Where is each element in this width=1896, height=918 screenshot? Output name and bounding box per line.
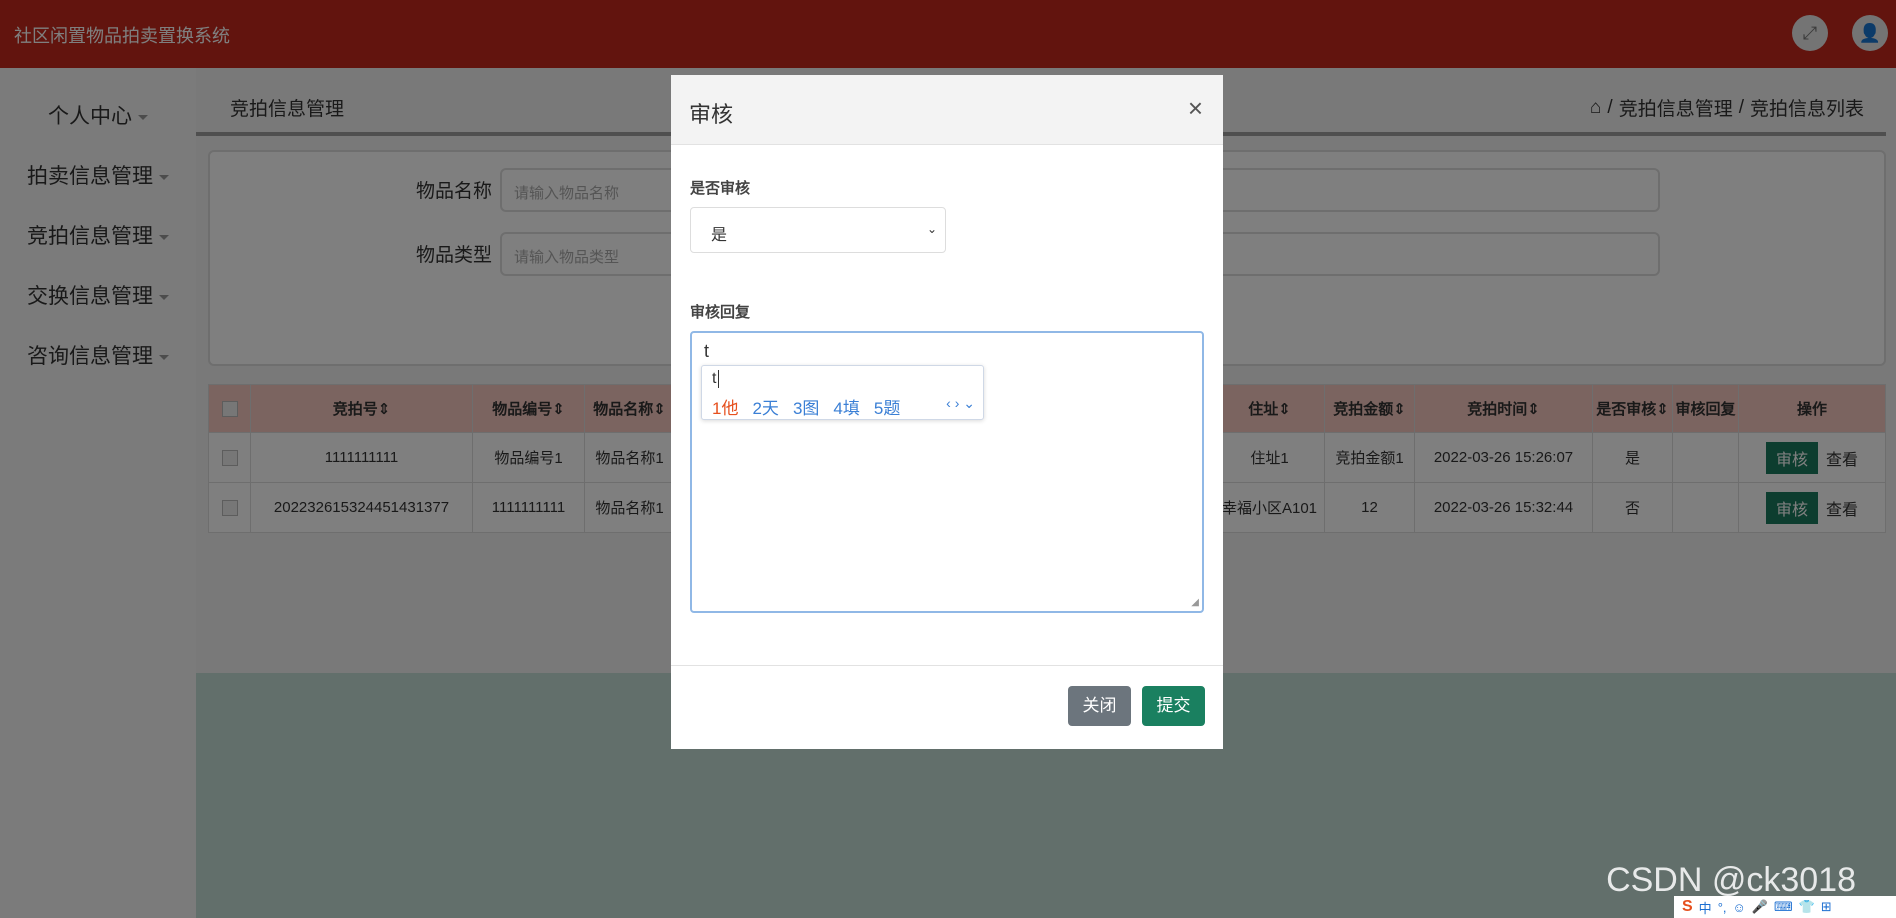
ime-candidate[interactable]: 3图 [793,394,819,419]
punctuation-icon[interactable]: °, [1718,900,1727,915]
ime-candidate[interactable]: 4填 [833,394,859,419]
ime-candidate-popup: t 1他 2天 3图 4填 5题 ‹ › ⌄ [701,365,984,420]
skin-icon[interactable]: 👕 [1799,899,1815,915]
grid-icon[interactable]: ⊞ [1821,899,1832,915]
ime-candidate[interactable]: 1他 [712,394,738,419]
audit-status-select[interactable]: 是 ⌄ [690,207,946,253]
modal-footer: 关闭 提交 [671,665,1223,749]
watermark: CSDN @ck3018 [1606,861,1856,899]
modal-title: 审核 [689,102,734,127]
audit-modal: 审核 × 是否审核 是 ⌄ 审核回复 t ◢ t 1他 2天 3图 4填 5题 … [671,75,1223,749]
ime-candidate[interactable]: 2天 [752,394,778,419]
ime-candidate[interactable]: 5题 [874,394,900,419]
ime-page-nav[interactable]: ‹ › ⌄ [946,395,975,412]
keyboard-icon[interactable]: ⌨ [1774,899,1793,915]
chevron-down-icon: ⌄ [926,222,937,236]
ime-composition: t [712,370,720,388]
emoji-icon[interactable]: ☺ [1733,900,1746,915]
resize-handle-icon[interactable]: ◢ [1191,597,1199,608]
modal-header: 审核 × [671,75,1223,145]
microphone-icon[interactable]: 🎤 [1752,899,1768,915]
audit-status-label: 是否审核 [690,180,751,197]
ime-logo-icon[interactable]: S [1682,898,1693,916]
ime-mode[interactable]: 中 [1699,898,1712,917]
ime-toolbar: S 中 °, ☺ 🎤 ⌨ 👕 ⊞ [1674,896,1896,918]
audit-reply-label: 审核回复 [690,304,751,321]
ime-candidates: 1他 2天 3图 4填 5题 [712,394,900,419]
close-icon[interactable]: × [1188,93,1203,124]
close-button[interactable]: 关闭 [1068,686,1131,726]
submit-button[interactable]: 提交 [1142,686,1205,726]
